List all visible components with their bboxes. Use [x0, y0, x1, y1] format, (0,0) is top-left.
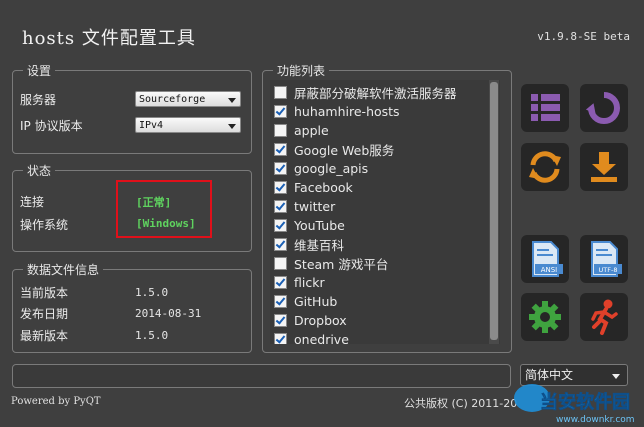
- function-checkbox[interactable]: [274, 162, 287, 175]
- function-item-label: flickr: [294, 275, 325, 290]
- gear-icon: [529, 301, 561, 333]
- download-icon: [591, 152, 617, 182]
- function-checkbox[interactable]: [274, 105, 287, 118]
- function-checkbox[interactable]: [274, 219, 287, 232]
- powered-by-label: Powered by PyQT: [11, 396, 101, 407]
- scrollbar-thumb[interactable]: [490, 82, 498, 340]
- ansi-text: ANSI: [541, 266, 558, 274]
- settings-button[interactable]: [521, 293, 569, 341]
- function-item-label: Google Web服务: [294, 143, 395, 158]
- restore-icon: [585, 92, 620, 124]
- exit-icon: [591, 299, 618, 335]
- function-checkbox[interactable]: [274, 143, 287, 156]
- function-list[interactable]: 屏蔽部分破解软件激活服务器 huhamhire-hosts apple Google …: [270, 80, 500, 344]
- os-label: 操作系统: [20, 218, 69, 232]
- function-checkbox[interactable]: [274, 333, 287, 344]
- function-checkbox[interactable]: [274, 86, 287, 99]
- watermark-url: www.downkr.com: [556, 415, 635, 425]
- settings-group-title: 设置: [23, 62, 56, 79]
- function-item[interactable]: onedrive: [274, 330, 349, 344]
- copyright-label: 公共版权 (C) 2011-20: [404, 397, 518, 410]
- function-item-label: apple: [294, 123, 329, 138]
- release-date-label: 发布日期: [20, 307, 69, 321]
- function-item-label: Dropbox: [294, 313, 347, 328]
- function-checkbox[interactable]: [274, 124, 287, 137]
- function-item-label: onedrive: [294, 332, 349, 344]
- watermark-text: 当安软件园: [540, 391, 630, 413]
- utf8-file-icon: UTF-8: [591, 241, 622, 277]
- chevron-down-icon: [612, 374, 620, 379]
- refresh-icon: [529, 151, 561, 183]
- function-list-button[interactable]: [521, 84, 569, 132]
- data-info-group-title: 数据文件信息: [23, 261, 104, 278]
- highlight-box: [116, 180, 212, 238]
- refresh-button[interactable]: [521, 143, 569, 191]
- function-checkbox[interactable]: [274, 257, 287, 270]
- function-item-label: Steam 游戏平台: [294, 257, 389, 272]
- function-checkbox[interactable]: [274, 314, 287, 327]
- connection-label: 连接: [20, 195, 45, 209]
- function-item[interactable]: Steam 游戏平台: [274, 254, 388, 273]
- function-checkbox[interactable]: [274, 238, 287, 251]
- function-item[interactable]: 屏蔽部分破解软件激活服务器: [274, 83, 457, 102]
- exit-button[interactable]: [580, 293, 628, 341]
- function-item[interactable]: Dropbox: [274, 311, 347, 330]
- save-utf8-button[interactable]: UTF-8: [580, 235, 628, 283]
- watermark-logo: 当安软件园 www.downkr.com: [514, 384, 635, 425]
- chevron-down-icon: [228, 124, 236, 129]
- function-item[interactable]: GitHub: [274, 292, 337, 311]
- function-item-label: google_apis: [294, 161, 369, 176]
- function-item[interactable]: twitter: [274, 197, 335, 216]
- latest-version-value: 1.5.0: [135, 329, 169, 342]
- list-icon: [531, 94, 560, 121]
- current-version-label: 当前版本: [20, 286, 69, 300]
- function-item[interactable]: huhamhire-hosts: [274, 102, 400, 121]
- version-label: v1.9.8-SE beta: [537, 30, 630, 43]
- chevron-down-icon: [228, 98, 236, 103]
- function-item[interactable]: apple: [274, 121, 329, 140]
- function-item-label: GitHub: [294, 294, 338, 309]
- function-item[interactable]: google_apis: [274, 159, 368, 178]
- ip-version-select[interactable]: IPv4: [135, 117, 241, 133]
- release-date-value: 2014-08-31: [135, 307, 202, 320]
- app-title: hosts 文件配置工具: [22, 28, 196, 49]
- server-label: 服务器: [20, 93, 57, 107]
- function-item[interactable]: YouTube: [274, 216, 345, 235]
- function-item-label: 屏蔽部分破解软件激活服务器: [294, 86, 457, 101]
- function-item-label: huhamhire-hosts: [294, 104, 400, 119]
- function-checkbox[interactable]: [274, 295, 287, 308]
- server-select[interactable]: Sourceforge: [135, 91, 241, 107]
- function-item[interactable]: flickr: [274, 273, 325, 292]
- progress-bar: [12, 364, 511, 388]
- settings-group: 设置: [12, 62, 252, 154]
- function-checkbox[interactable]: [274, 276, 287, 289]
- function-item[interactable]: 维基百科: [274, 235, 344, 254]
- function-item[interactable]: Google Web服务: [274, 140, 394, 159]
- ip-version-select-value: IPv4: [139, 120, 164, 131]
- status-group-title: 状态: [23, 162, 56, 179]
- server-select-value: Sourceforge: [139, 94, 206, 105]
- function-item-label: YouTube: [294, 218, 345, 233]
- function-item[interactable]: Facebook: [274, 178, 353, 197]
- ip-version-label: IP 协议版本: [20, 119, 83, 133]
- function-item-label: 维基百科: [294, 238, 345, 253]
- function-checkbox[interactable]: [274, 181, 287, 194]
- ansi-file-icon: ANSI: [532, 241, 563, 277]
- restore-button[interactable]: [580, 84, 628, 132]
- function-item-label: twitter: [294, 199, 336, 214]
- main-window: hosts 文件配置工具 v1.9.8-SE beta 设置 服务器 Sourc…: [0, 0, 644, 427]
- utf8-text: UTF-8: [599, 266, 618, 274]
- function-checkbox[interactable]: [274, 200, 287, 213]
- save-ansi-button[interactable]: ANSI: [521, 235, 569, 283]
- current-version-value: 1.5.0: [135, 286, 169, 299]
- download-button[interactable]: [580, 143, 628, 191]
- function-item-label: Facebook: [294, 180, 353, 195]
- latest-version-label: 最新版本: [20, 329, 69, 343]
- function-list-group-title: 功能列表: [273, 62, 330, 79]
